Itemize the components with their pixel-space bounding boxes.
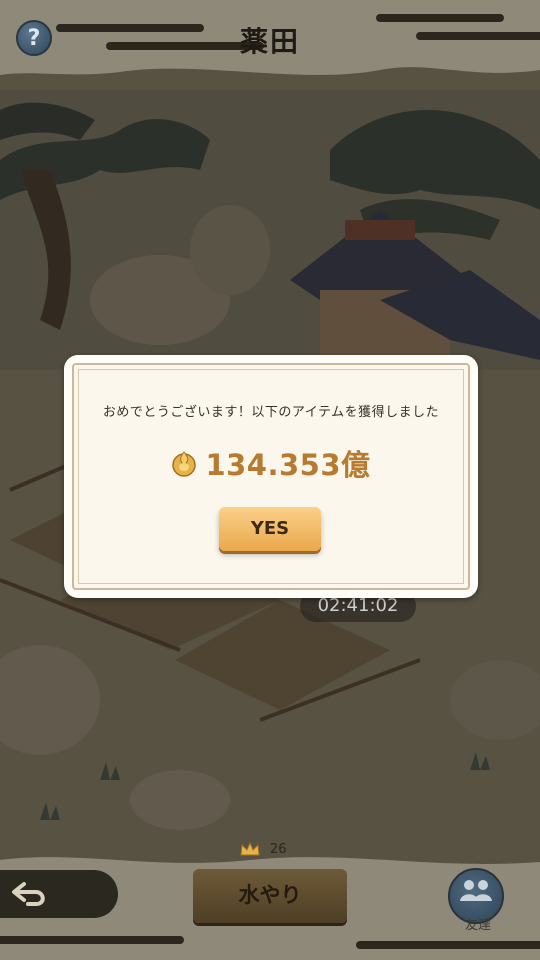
crown-count-value: 26 (270, 841, 287, 857)
reward-message: おめでとうございます！以下のアイテムを獲得しました (102, 405, 440, 420)
back-button[interactable] (0, 870, 118, 918)
friends-icon (460, 880, 492, 901)
page-title: 薬田 (239, 25, 300, 58)
yes-button[interactable]: YES (219, 507, 321, 551)
reward-amount: 134.353億 (205, 448, 371, 482)
header: ? 薬田 (0, 0, 540, 80)
water-button[interactable]: 水やり (193, 869, 347, 923)
crown-icon (240, 842, 260, 856)
friends-label: 友達 (464, 918, 491, 933)
gold-coin-icon (172, 451, 197, 477)
crown-counter: 26 (240, 840, 287, 858)
reward-row: 134.353億 (64, 443, 478, 483)
reward-dialog: おめでとうございます！以下のアイテムを獲得しました 134.353億 YES (64, 355, 478, 598)
back-arrow-icon (12, 882, 45, 906)
